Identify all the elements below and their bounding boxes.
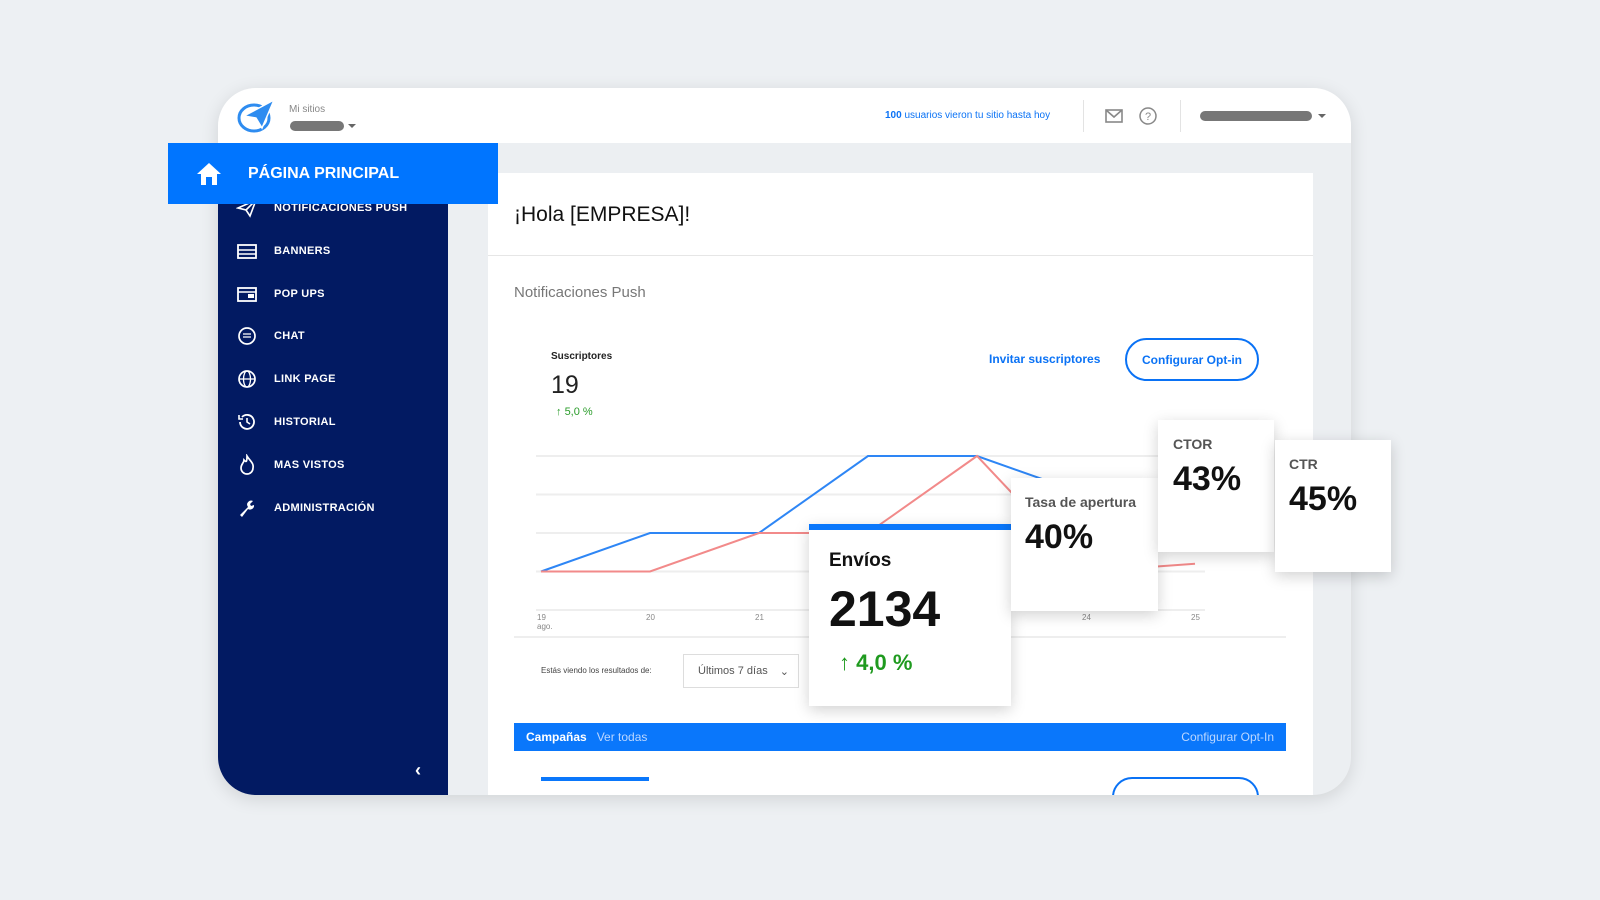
campaigns-title: Campañas (526, 730, 587, 744)
kpi-label: Tasa de apertura (1025, 494, 1137, 510)
x-tick-label: 25 (1191, 613, 1200, 622)
sidebar-item-mas-vistos[interactable]: MAS VISTOS (236, 453, 345, 476)
kpi-value: 2134 (829, 581, 941, 637)
divider (488, 255, 1313, 256)
arrow-up-icon: ↑ (556, 406, 562, 418)
popup-icon (237, 286, 257, 302)
visitors-count: 100 (885, 110, 902, 121)
banner-icon (237, 243, 257, 259)
date-range-select[interactable]: Últimos 7 días ⌄ (683, 654, 799, 688)
divider (1083, 100, 1084, 132)
x-tick-label: 21 (755, 613, 764, 622)
kpi-label: CTR (1289, 456, 1318, 472)
user-menu[interactable] (1200, 111, 1312, 121)
kpi-value: 45% (1289, 480, 1358, 518)
campaigns-bar: Campañas Ver todas Configurar Opt-In (514, 723, 1286, 751)
fire-icon (240, 453, 254, 475)
configure-optin-button[interactable]: Configurar Opt-in (1125, 338, 1259, 381)
top-bar: Mi sitios 100 usuarios vieron tu sitio h… (218, 88, 1351, 143)
sidebar-item-label: BANNERS (274, 244, 331, 257)
subscribers-change-value: 5,0 % (564, 406, 593, 418)
highlight-home[interactable]: PÁGINA PRINCIPAL (168, 143, 498, 204)
x-tick-label: 19 ago. (537, 613, 553, 631)
date-range-value: Últimos 7 días (698, 665, 768, 677)
x-tick-label: 24 (1082, 613, 1091, 622)
collapse-chevron-icon[interactable]: ‹ (415, 760, 421, 781)
x-tick-label: 20 (646, 613, 655, 622)
sidebar-item-administraci-n[interactable]: ADMINISTRACIÓN (236, 497, 375, 519)
greeting: ¡Hola [EMPRESA]! (514, 203, 691, 226)
kpi-label: CTOR (1173, 436, 1213, 452)
arrow-up-icon: ↑ (839, 650, 850, 675)
sidebar-item-label: ADMINISTRACIÓN (274, 501, 375, 514)
globe-icon (238, 370, 256, 389)
history-icon (238, 414, 255, 430)
kpi-change-value: 4,0 % (856, 650, 913, 675)
home-icon (197, 162, 221, 185)
highlight-label: PÁGINA PRINCIPAL (248, 164, 400, 182)
kpi-apertura: Tasa de apertura 40% (1011, 478, 1158, 611)
sidebar: NOTIFICACIONES PUSH BANNERS POP UPS CHAT LIN… (218, 143, 448, 795)
sidebar-item-pop-ups[interactable]: POP UPS (236, 283, 325, 305)
wrench-icon (240, 500, 255, 517)
chevron-down-icon[interactable] (348, 124, 356, 132)
subscribers-label: Suscriptores (551, 351, 613, 362)
sidebar-item-banners[interactable]: BANNERS (236, 240, 331, 262)
invite-link[interactable]: Invitar suscriptores (989, 352, 1100, 366)
partial-button[interactable] (1112, 777, 1259, 795)
sidebar-item-label: HISTORIAL (274, 416, 336, 428)
logo-icon (237, 98, 276, 133)
visitors-label: usuarios vieron tu sitio hasta hoy (901, 110, 1051, 121)
sidebar-item-label: LINK PAGE (274, 373, 336, 386)
mail-icon[interactable] (1105, 109, 1123, 123)
kpi-envios: Envíos 2134 ↑ 4,0 % (809, 524, 1011, 706)
section-title: Notificaciones Push (514, 284, 646, 301)
kpi-ctor: CTOR 43% (1158, 420, 1274, 552)
sidebar-item-label: POP UPS (274, 287, 325, 300)
subscribers-value: 19 (551, 371, 579, 399)
chat-icon (238, 327, 256, 346)
site-label: Mi sitios (289, 104, 326, 115)
chevron-down-icon[interactable] (1318, 114, 1326, 122)
visitors-text: 100 usuarios vieron tu sitio hasta hoy (885, 110, 1050, 121)
filter-label: Estás viendo los resultados de: (541, 666, 652, 675)
kpi-label: Envíos (829, 550, 892, 571)
sidebar-item-label: CHAT (274, 330, 305, 343)
kpi-value: 43% (1173, 460, 1242, 498)
kpi-change: ↑ 4,0 % (839, 650, 912, 676)
svg-text:?: ? (1145, 111, 1151, 123)
sidebar-item-chat[interactable]: CHAT (236, 325, 305, 347)
view-all-link[interactable]: Ver todas (597, 730, 648, 744)
active-tab-indicator[interactable] (541, 777, 649, 781)
sidebar-item-label: MAS VISTOS (274, 458, 345, 471)
divider (1180, 100, 1181, 132)
site-selector[interactable] (290, 121, 344, 131)
sidebar-item-historial[interactable]: HISTORIAL (236, 411, 336, 433)
help-icon[interactable]: ? (1139, 107, 1157, 125)
sidebar-item-link-page[interactable]: LINK PAGE (236, 368, 336, 390)
subscribers-change: ↑ 5,0 % (556, 406, 593, 418)
chevron-down-icon: ⌄ (779, 665, 789, 678)
kpi-ctr: CTR 45% (1275, 440, 1391, 572)
kpi-value: 40% (1025, 518, 1094, 556)
configure-optin-link[interactable]: Configurar Opt-In (1181, 730, 1274, 744)
